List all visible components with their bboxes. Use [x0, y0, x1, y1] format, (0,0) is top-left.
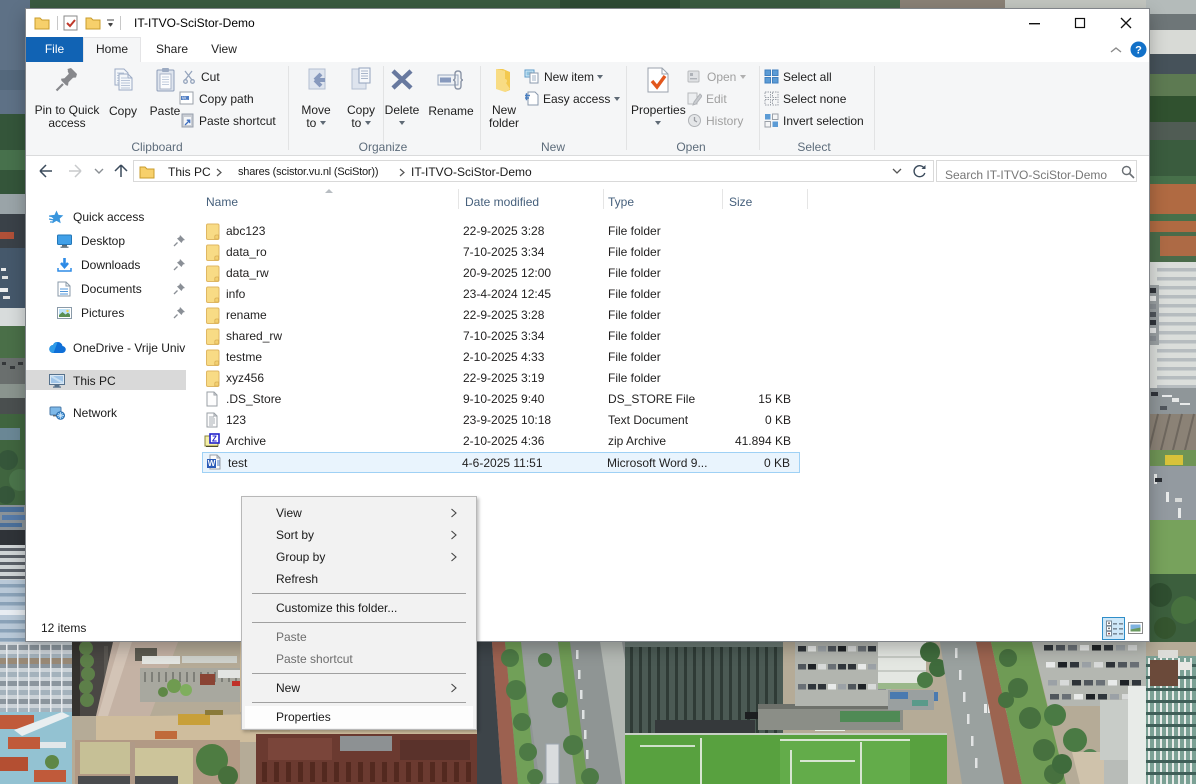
svg-text:W: W — [208, 459, 216, 468]
svg-text:W..: W.. — [182, 96, 189, 101]
svg-text:Z: Z — [212, 435, 217, 444]
svg-text:?: ? — [1135, 45, 1142, 57]
